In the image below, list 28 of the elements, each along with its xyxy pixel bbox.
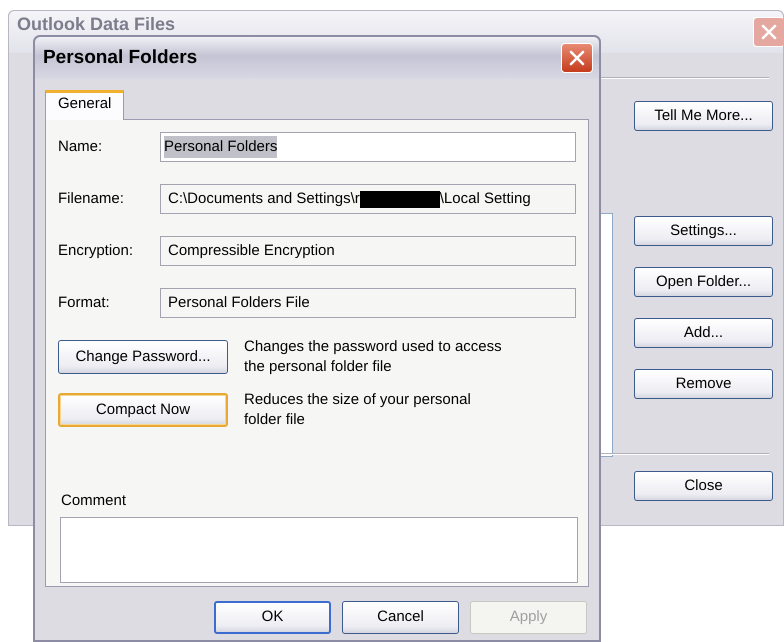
text-field[interactable]: Personal Folders	[160, 132, 576, 162]
side-button[interactable]: Tell Me More...	[634, 101, 773, 131]
action-button[interactable]: Compact Now	[58, 393, 228, 427]
readonly-field: Compressible Encryption	[160, 236, 576, 266]
close-icon	[569, 50, 585, 66]
readonly-field: Personal Folders File	[160, 288, 576, 318]
field-label: Format:	[58, 292, 111, 313]
readonly-field: C:\Documents and Settings\r \Local Setting	[160, 184, 576, 214]
close-icon	[761, 24, 777, 40]
window-title: Outlook Data Files	[17, 14, 176, 34]
dialog-title: Personal Folders	[43, 46, 198, 70]
close-button[interactable]	[561, 43, 593, 73]
field-label: Name:	[58, 136, 104, 157]
comment-label: Comment	[61, 491, 128, 511]
button-description: Reduces the size of your personal folder file	[244, 390, 472, 430]
action-button[interactable]: Change Password...	[58, 340, 228, 374]
dialog-button[interactable]: Cancel	[342, 601, 459, 634]
field-label: Encryption:	[58, 240, 134, 261]
field-label: Filename:	[58, 188, 125, 209]
dialog-button[interactable]: OK	[214, 601, 331, 634]
tab[interactable]: General	[45, 90, 124, 120]
close-button[interactable]: Close	[634, 471, 773, 501]
side-button[interactable]: Settings...	[634, 216, 773, 246]
side-button[interactable]: Open Folder...	[634, 267, 773, 297]
side-button[interactable]: Add...	[634, 318, 773, 348]
side-button[interactable]: Remove	[634, 369, 773, 399]
button-description: Changes the password used to access the personal folder file	[244, 337, 503, 377]
comment-field[interactable]	[60, 516, 578, 582]
